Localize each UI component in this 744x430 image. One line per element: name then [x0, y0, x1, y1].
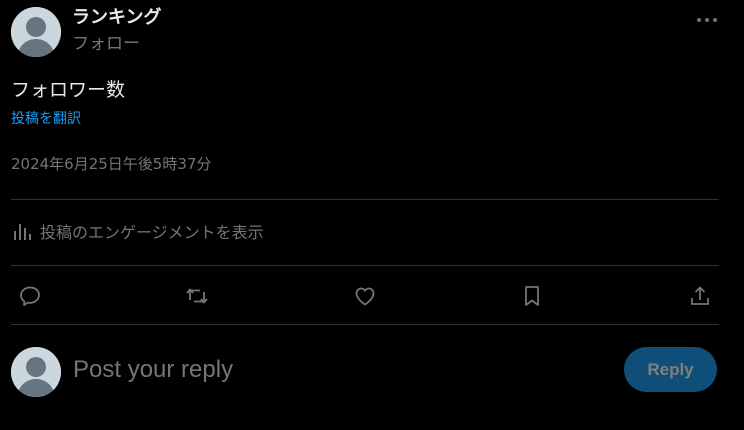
- more-icon: [697, 18, 717, 22]
- retweet-action-button[interactable]: [182, 281, 212, 311]
- share-action-button[interactable]: [685, 281, 715, 311]
- view-engagement-link[interactable]: 投稿のエンゲージメントを表示: [11, 219, 264, 243]
- retweet-icon: [186, 288, 208, 304]
- reply-input[interactable]: Post your reply: [73, 352, 593, 388]
- reply-icon: [20, 286, 40, 306]
- author-avatar[interactable]: [11, 7, 61, 57]
- analytics-icon: [14, 224, 31, 240]
- bookmark-action-button[interactable]: [517, 281, 547, 311]
- engagement-label: 投稿のエンゲージメントを表示: [40, 223, 264, 242]
- current-user-avatar[interactable]: [11, 347, 61, 397]
- bookmark-icon: [525, 286, 539, 306]
- share-icon: [691, 286, 709, 305]
- translate-post-link[interactable]: 投稿を翻訳: [11, 108, 81, 130]
- divider: [11, 265, 719, 266]
- like-icon: [355, 287, 375, 306]
- author-display-name[interactable]: ランキング: [72, 6, 161, 30]
- reply-submit-button[interactable]: Reply: [624, 347, 717, 392]
- reply-action-button[interactable]: [15, 281, 45, 311]
- like-action-button[interactable]: [350, 281, 380, 311]
- divider: [11, 324, 719, 325]
- tweet-text: フォロワー数: [11, 79, 126, 101]
- divider: [11, 199, 719, 200]
- follow-button[interactable]: フォロー: [72, 32, 140, 56]
- more-options-button[interactable]: [692, 9, 722, 31]
- post-timestamp[interactable]: 2024年6月25日午後5時37分: [11, 152, 211, 176]
